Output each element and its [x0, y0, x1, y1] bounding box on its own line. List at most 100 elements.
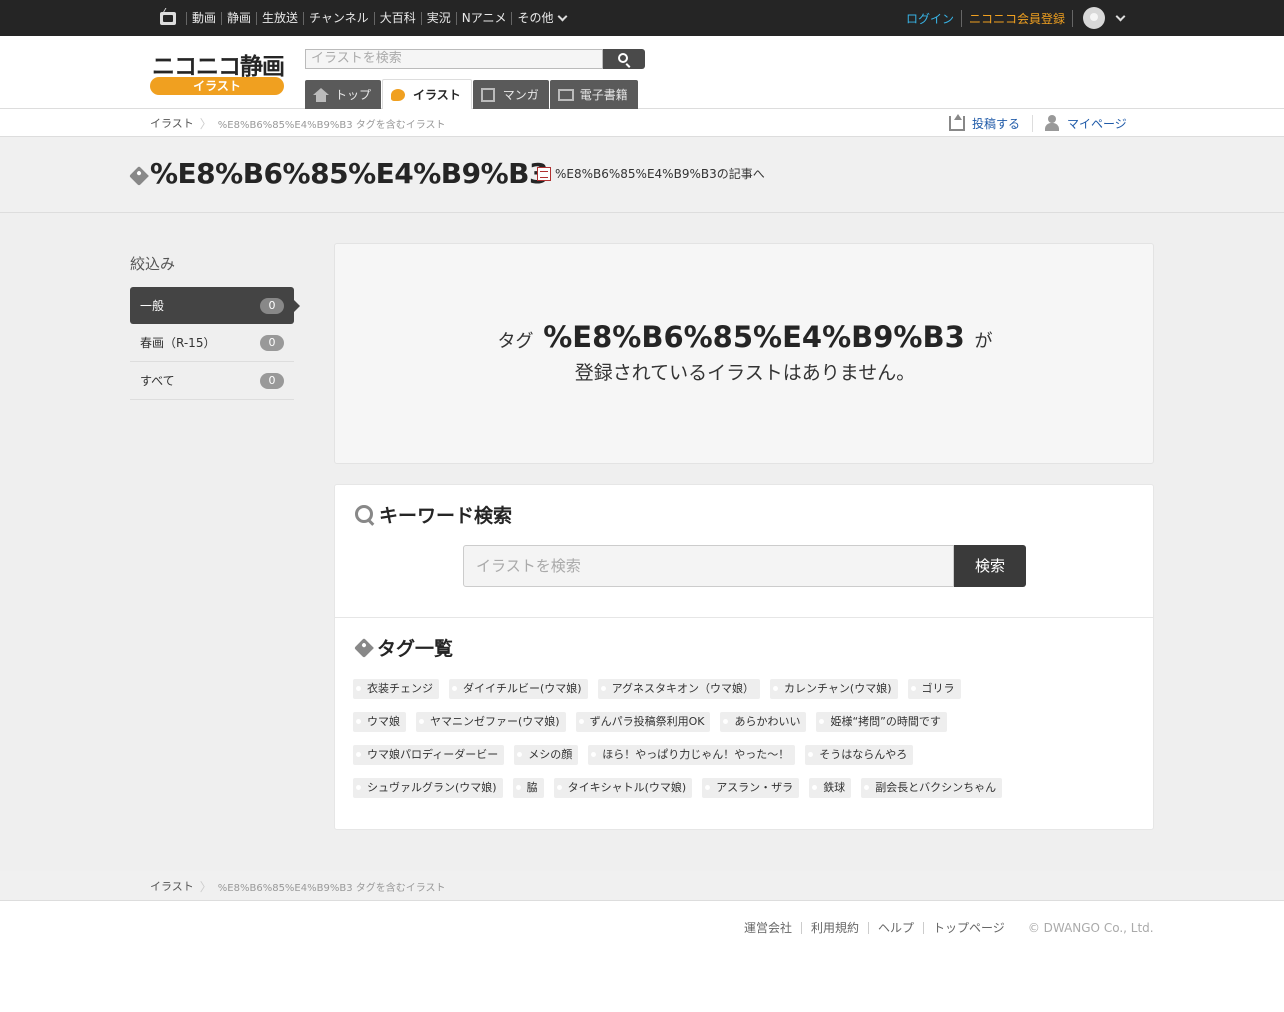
upload-icon: [949, 113, 965, 131]
article-icon: [537, 166, 551, 181]
empty-result-panel: タグ %E8%B6%85%E4%B9%B3 が 登録されているイラストはありませ…: [334, 243, 1154, 464]
search-panel: キーワード検索 イラストを検索 検索 タグ一覧 衣装チェンジ ダイイチルビー(ウマ…: [334, 484, 1154, 830]
footer-link-terms[interactable]: 利用規約: [801, 922, 868, 934]
keyword-search-input[interactable]: イラストを検索: [463, 545, 954, 587]
copyright: © DWANGO Co., Ltd.: [1027, 921, 1154, 935]
logo-text: ニコニコ静画: [152, 54, 285, 80]
footer-link-help[interactable]: ヘルプ: [868, 922, 923, 934]
tag-chip[interactable]: メシの顔: [514, 745, 579, 765]
seiga-logo[interactable]: ニコニコ静画 イラスト: [150, 47, 285, 95]
mypage-label: マイページ: [1067, 116, 1127, 131]
tag-chip[interactable]: ダイイチルビー(ウマ娘): [449, 679, 588, 699]
tag-chip[interactable]: あらかわいい: [720, 712, 807, 732]
breadcrumb-home[interactable]: イラスト: [150, 115, 194, 131]
breadcrumb-separator-icon: 〉: [199, 116, 212, 131]
palette-icon: [391, 88, 407, 102]
tag-row: 衣装チェンジ ダイイチルビー(ウマ娘) アグネスタキオン（ウマ娘） カレンチャン(ウマ…: [353, 679, 1143, 712]
empty-tag: %E8%B6%85%E4%B9%B3: [543, 320, 965, 354]
tag-chip[interactable]: ゴリラ: [907, 679, 961, 699]
tag-row: シュヴァルグラン(ウマ娘) 脇タイキシャトル(ウマ娘) アスラン・ザラ 鉄球 副会長とバ…: [353, 778, 1143, 811]
article-link-label: %E8%B6%85%E4%B9%B3の記事へ: [555, 167, 765, 181]
footer-breadcrumb-bar: イラスト 〉 %E8%B6%85%E4%B9%B3 タグを含むイラスト: [0, 871, 1284, 901]
user-icon: [1045, 115, 1060, 131]
keyword-search-heading: キーワード検索: [355, 501, 512, 528]
nav-item-channel[interactable]: チャンネル: [303, 11, 374, 25]
post-button[interactable]: 投稿する: [945, 113, 1030, 132]
nav-more-menu[interactable]: その他: [511, 11, 571, 25]
tag-chip[interactable]: 衣装チェンジ: [353, 679, 439, 699]
filter-label: 春画（R-15）: [140, 336, 216, 350]
footer-link-top[interactable]: トップページ: [923, 922, 1014, 934]
tab-illust[interactable]: イラスト: [382, 79, 472, 109]
book-icon: [557, 88, 574, 102]
main-content: 絞込み 一般 0 春画（R-15） 0 すべて 0 タグ %E8%B6%85%E…: [0, 213, 1284, 871]
tag-chip[interactable]: シュヴァルグラン(ウマ娘): [353, 778, 503, 798]
filter-label: 一般: [140, 299, 165, 313]
search-icon: [618, 53, 628, 63]
nav-item-video[interactable]: 動画: [186, 11, 221, 25]
tab-label: 電子書籍: [579, 88, 628, 102]
breadcrumb-home[interactable]: イラスト: [150, 878, 194, 894]
tab-ebook[interactable]: 電子書籍: [549, 80, 638, 109]
nav-item-seiga[interactable]: 静画: [221, 11, 256, 25]
empty-prefix: タグ: [497, 331, 534, 352]
filter-item-general[interactable]: 一般 0: [130, 287, 300, 324]
tag-chip[interactable]: カレンチャン(ウマ娘): [770, 679, 898, 699]
tag-chip[interactable]: タイキシャトル(ウマ娘): [553, 778, 693, 798]
tag-chip[interactable]: 脇: [512, 778, 544, 798]
tab-label: マンガ: [502, 88, 539, 102]
count-badge: 0: [260, 297, 284, 314]
home-icon: [313, 87, 329, 102]
tag-chip[interactable]: ほら！やっぱり力じゃん！やった～！: [588, 745, 796, 765]
tag-chip[interactable]: そうはならんやろ: [805, 745, 914, 765]
tag-chip[interactable]: アグネスタキオン（ウマ娘）: [597, 679, 761, 699]
breadcrumb-separator-icon: 〉: [199, 879, 212, 894]
breadcrumb-current: %E8%B6%85%E4%B9%B3 タグを含むイラスト: [217, 882, 446, 894]
nav-item-jikkyo[interactable]: 実況: [420, 11, 456, 25]
tab-top[interactable]: トップ: [305, 80, 382, 109]
tag-chip[interactable]: ウマ娘パロディーダービー: [353, 745, 505, 765]
site-header: ニコニコ静画 イラスト イラストを検索 トップ イラスト マンガ 電子書籍: [0, 36, 1284, 109]
page-title: %E8%B6%85%E4%B9%B3: [150, 157, 548, 190]
tag-chip[interactable]: 姫様“拷問”の時間です: [816, 712, 947, 732]
tag-chip[interactable]: ずんパラ投稿祭利用OK: [575, 712, 711, 732]
mypage-button[interactable]: マイページ: [1032, 114, 1137, 132]
empty-message-line1: タグ %E8%B6%85%E4%B9%B3 が: [335, 320, 1155, 354]
keyword-search-title: キーワード検索: [379, 505, 513, 527]
niconico-tv-icon[interactable]: [160, 11, 176, 25]
sub-nav: イラスト 〉 %E8%B6%85%E4%B9%B3 タグを含むイラスト 投稿する…: [0, 109, 1284, 137]
post-label: 投稿する: [972, 116, 1021, 131]
tag-chip[interactable]: 副会長とバクシンちゃん: [861, 778, 1003, 798]
count-badge: 0: [260, 334, 284, 351]
breadcrumb: イラスト 〉 %E8%B6%85%E4%B9%B3 タグを含むイラスト: [150, 871, 446, 901]
manga-icon: [480, 87, 497, 102]
login-link[interactable]: ログイン: [906, 9, 963, 27]
register-link[interactable]: ニコニコ会員登録: [962, 9, 1074, 27]
logo-sub: イラスト: [150, 77, 284, 95]
subnav-actions: 投稿する マイページ: [945, 109, 1137, 137]
nav-item-live[interactable]: 生放送: [256, 11, 303, 25]
tag-row: ウマ娘 ヤマニンゼファー(ウマ娘) ずんパラ投稿祭利用OK あらかわいい 姫様“拷問”の…: [353, 712, 1143, 745]
tag-icon: [354, 637, 374, 658]
chevron-down-icon[interactable]: [1115, 11, 1126, 21]
tag-list: 衣装チェンジ ダイイチルビー(ウマ娘) アグネスタキオン（ウマ娘） カレンチャン(ウマ…: [353, 679, 1143, 811]
tag-chip[interactable]: アスラン・ザラ: [702, 778, 800, 798]
article-link[interactable]: %E8%B6%85%E4%B9%B3の記事へ: [537, 165, 765, 182]
nav-item-dic[interactable]: 大百科: [373, 11, 421, 25]
tag-title-band: %E8%B6%85%E4%B9%B3 %E8%B6%85%E4%B9%B3の記事…: [0, 137, 1284, 213]
tab-manga[interactable]: マンガ: [472, 80, 549, 109]
avatar[interactable]: [1083, 7, 1106, 29]
header-search-input[interactable]: イラストを検索: [305, 49, 603, 69]
footer-link-company[interactable]: 運営会社: [744, 922, 801, 934]
tag-list-title: タグ一覧: [377, 638, 454, 660]
keyword-search-button[interactable]: 検索: [954, 545, 1026, 587]
filter-item-all[interactable]: すべて 0: [130, 362, 294, 400]
global-nav: 動画 静画 生放送 チャンネル 大百科 実況 Nアニメ その他: [160, 0, 571, 36]
filter-item-r15[interactable]: 春画（R-15） 0: [130, 324, 294, 362]
filter-label: すべて: [140, 374, 175, 388]
tag-chip[interactable]: ウマ娘: [353, 712, 406, 732]
tag-chip[interactable]: 鉄球: [809, 778, 852, 798]
header-search-button[interactable]: [603, 49, 645, 69]
nav-item-nanime[interactable]: Nアニメ: [455, 11, 512, 25]
tag-chip[interactable]: ヤマニンゼファー(ウマ娘): [416, 712, 566, 732]
